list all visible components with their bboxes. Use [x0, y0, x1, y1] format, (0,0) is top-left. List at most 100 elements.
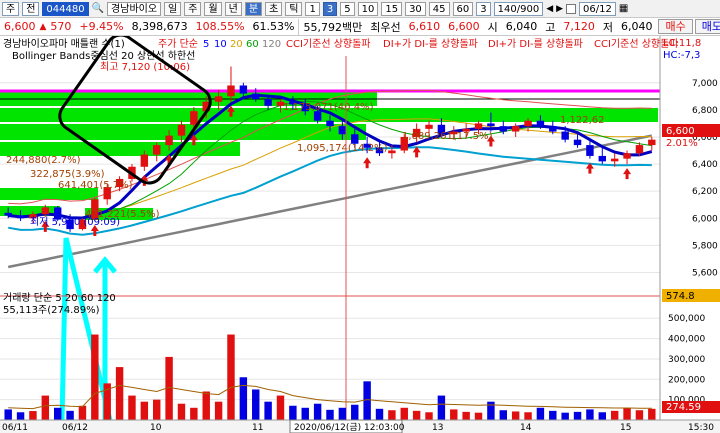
volume-bar — [610, 410, 619, 420]
candle-body — [4, 212, 12, 216]
candle-body — [648, 139, 656, 146]
candle-body — [499, 126, 507, 132]
turnover-rate: 61.53% — [252, 20, 295, 33]
volume-value: 55,113주(274.89%) — [3, 305, 100, 316]
volume-bar — [264, 401, 272, 420]
volume-bar — [524, 412, 532, 420]
candle-body — [16, 215, 25, 219]
volume-bar — [227, 334, 235, 420]
volume-bar — [474, 412, 483, 420]
time-label: 06/12 — [62, 423, 88, 433]
minute-5-button[interactable]: 5 — [340, 1, 355, 16]
volume-bar — [276, 395, 285, 420]
minute-3-button[interactable]: 3 — [322, 1, 338, 16]
candle-body — [153, 145, 161, 155]
settings-icon[interactable]: ▦ — [619, 3, 628, 14]
volume-bar — [586, 409, 594, 420]
band-label: 1,122,62 — [560, 115, 605, 126]
volume-ma-tag-text: 274.59 — [666, 402, 701, 413]
volume-bar — [41, 395, 50, 420]
band-label: 471,221(5.5%) — [85, 209, 160, 220]
period-second-button[interactable]: 초 — [265, 1, 283, 16]
volume-bar — [573, 411, 582, 420]
minute-10-button[interactable]: 10 — [357, 1, 379, 16]
next-arrow-icon[interactable]: ▶ — [556, 4, 563, 14]
candle-body — [177, 124, 186, 136]
volume-bar — [648, 408, 656, 420]
volume-bar — [29, 411, 37, 420]
volume-bar — [326, 409, 334, 420]
volume-bar — [338, 407, 347, 420]
period-minute-button[interactable]: 분 — [244, 1, 263, 16]
band-label: 1,175,071(40.4%) — [283, 102, 374, 113]
volume-tick-label: 200,000 — [668, 375, 705, 385]
candle-body — [338, 126, 347, 135]
minute-1-button[interactable]: 1 — [305, 1, 320, 16]
volume-bar — [400, 407, 408, 420]
stock-name-field[interactable]: 경남바이오 — [107, 1, 162, 16]
prev-arrow-icon[interactable]: ◀ — [546, 4, 553, 14]
minute-15-button[interactable]: 15 — [381, 1, 403, 16]
volume-bar — [115, 367, 124, 420]
candle-body — [425, 124, 433, 129]
chart-toolbar: 주 전 044480 🔍 경남바이오 일 주 월 년 분 초 틱 1 3 5 1… — [0, 0, 720, 18]
date-field[interactable]: 06/12 — [579, 1, 616, 16]
sell-button[interactable]: 매도 — [694, 19, 720, 34]
candle-body — [561, 131, 569, 140]
signal-di-1: DI+가 DI-를 상향돌파 — [383, 38, 478, 50]
ma-20-label: 20 — [230, 39, 243, 50]
period-week-button[interactable]: 주 — [184, 1, 202, 16]
candle-body — [511, 126, 520, 132]
volume-bar — [412, 410, 421, 420]
ma-5-label: 5 — [203, 39, 209, 50]
price-tick-label: 5,600 — [692, 268, 718, 278]
time-label: 14 — [520, 423, 532, 433]
minute-30-button[interactable]: 30 — [405, 1, 426, 16]
minute-60-button[interactable]: 60 — [452, 1, 474, 16]
time-label: 06/11 — [2, 423, 28, 433]
volume-tick-label: 400,000 — [668, 335, 705, 345]
minute-45-button[interactable]: 45 — [428, 1, 450, 16]
volume-bar — [153, 399, 161, 420]
period-tick-button[interactable]: 틱 — [285, 1, 303, 16]
period-day-button[interactable]: 일 — [164, 1, 182, 16]
change-tag: 2.01% — [666, 138, 698, 149]
period-month-button[interactable]: 월 — [204, 1, 222, 16]
candle-body — [264, 99, 272, 106]
interval-select[interactable]: 3 — [476, 1, 491, 16]
search-icon[interactable]: 🔍 — [92, 3, 104, 14]
volume-bar — [549, 410, 557, 420]
low-label: 저 — [602, 20, 613, 34]
buy-button[interactable]: 매수 — [658, 19, 693, 34]
volume-tick-label: 500,000 — [668, 314, 705, 324]
price-tick-label: 6,400 — [692, 160, 718, 170]
crosshair-time: 2020/06/12(금) 12:03:00 — [294, 422, 405, 433]
time-label: 10 — [150, 423, 162, 433]
best-label: 최우선 — [370, 20, 401, 34]
current-price: 6,600 — [4, 20, 36, 33]
market-select[interactable]: 주 — [2, 1, 20, 16]
time-label: 13 — [432, 423, 443, 433]
volume-bar — [4, 409, 12, 420]
volume-bar — [301, 407, 309, 420]
candle-body — [635, 145, 644, 154]
band-label: 1,089,261(17.5%) — [402, 131, 493, 142]
volume-bar — [289, 405, 297, 420]
price-chart[interactable]: 경남바이오파마 매틀랜 수(1) 주가 단순 5 10 20 60 120 CC… — [0, 36, 720, 433]
candle-body — [41, 207, 50, 215]
stock-code-input[interactable]: 044480 — [42, 1, 89, 16]
price-tick-label: 7,000 — [692, 79, 718, 89]
date-checkbox[interactable] — [566, 3, 577, 14]
candle-body — [610, 158, 619, 162]
volume-bar — [437, 395, 446, 420]
volume-bar — [190, 407, 198, 420]
candle-body — [524, 120, 532, 127]
candle-body — [549, 126, 557, 132]
period-year-button[interactable]: 년 — [224, 1, 242, 16]
price-change-pct: +9.45% — [79, 20, 124, 33]
ma-60-label: 60 — [246, 39, 259, 50]
candle-body — [165, 135, 173, 146]
exchange-select[interactable]: 전 — [22, 1, 40, 16]
count-field[interactable]: 140/900 — [493, 1, 544, 16]
volume-bar — [252, 389, 260, 420]
